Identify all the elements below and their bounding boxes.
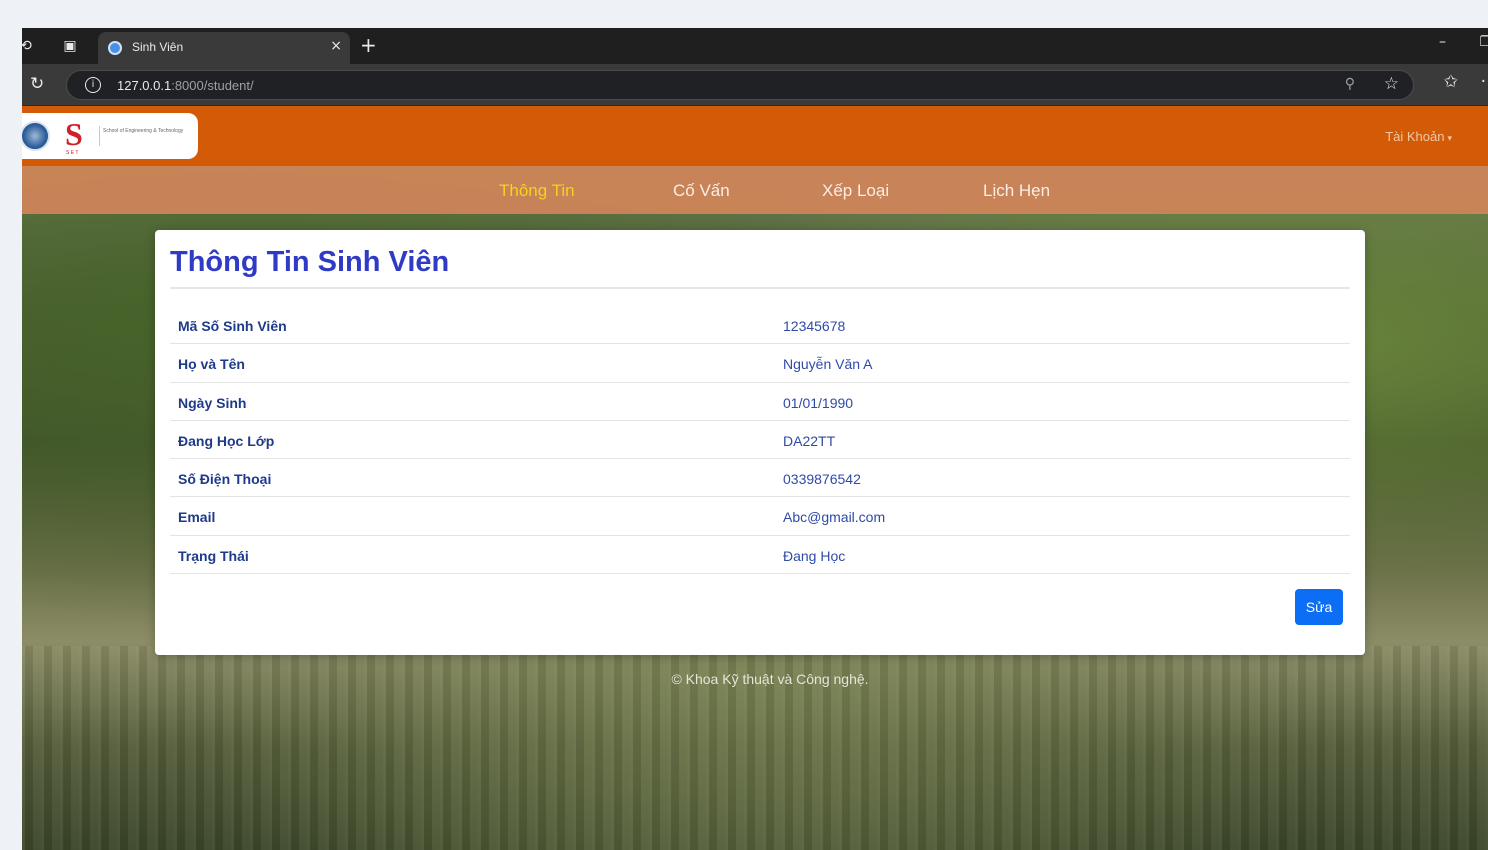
main-nav: Thông Tin Cố Vấn Xếp Loại Lịch Hẹn <box>22 166 1488 214</box>
logo-text: School of Engineering & Technology <box>103 128 184 134</box>
url-path: :8000/student/ <box>171 78 254 93</box>
row-value: 12345678 <box>783 318 846 334</box>
new-tab-icon[interactable]: + <box>360 33 377 57</box>
set-logo-icon: S <box>65 116 83 152</box>
menu-icon[interactable]: · <box>1481 72 1486 92</box>
url-text[interactable]: 127.0.0.1:8000/student/ <box>117 78 254 93</box>
favicon-icon <box>108 41 122 55</box>
browser-window: ⟲ ▣ Sinh Viên × + – ❐ ↻ i 127.0.0.1:8000… <box>22 28 1488 850</box>
favorites-icon[interactable]: ✩ <box>1444 72 1458 92</box>
row-value: Đang Học <box>783 547 846 564</box>
edit-button[interactable]: Sửa <box>1295 589 1343 625</box>
table-row: Ngày Sinh 01/01/1990 <box>170 383 1350 421</box>
account-label: Tài Khoản <box>1385 129 1445 144</box>
address-bar[interactable]: i 127.0.0.1:8000/student/ ⚲ ☆ <box>66 70 1414 100</box>
table-row: Đang Học Lớp DA22TT <box>170 421 1350 460</box>
tab-title: Sinh Viên <box>132 40 184 54</box>
row-value: Nguyễn Văn A <box>783 356 873 373</box>
row-label: Email <box>178 509 216 526</box>
site-info-icon[interactable]: i <box>85 77 101 93</box>
account-dropdown[interactable]: Tài Khoản ▾ <box>1385 129 1452 144</box>
row-label: Họ và Tên <box>178 356 245 373</box>
table-row: Mã Số Sinh Viên 12345678 <box>170 306 1350 345</box>
row-label: Số Điện Thoại <box>178 471 272 488</box>
tab-strip: ⟲ ▣ Sinh Viên × + – ❐ <box>22 28 1488 64</box>
table-row: Số Điện Thoại 0339876542 <box>170 459 1350 498</box>
row-value: DA22TT <box>783 432 836 449</box>
site-header: S S E T School of Engineering & Technolo… <box>22 106 1488 166</box>
tab-close-icon[interactable]: × <box>330 38 342 54</box>
tab-actions-icon[interactable]: ▣ <box>60 36 80 56</box>
restore-icon[interactable]: ❐ <box>1479 34 1488 50</box>
student-info-table: Mã Số Sinh Viên 12345678 Họ và Tên Nguyễ… <box>170 306 1350 575</box>
nav-lich-hen[interactable]: Lịch Hẹn <box>983 181 1050 201</box>
reload-icon[interactable]: ↻ <box>30 74 44 94</box>
zoom-icon[interactable]: ⚲ <box>1345 76 1355 92</box>
nav-xep-loai[interactable]: Xếp Loại <box>822 181 889 201</box>
university-seal-icon <box>22 121 50 151</box>
nav-thong-tin[interactable]: Thông Tin <box>499 181 575 201</box>
row-label: Ngày Sinh <box>178 394 247 411</box>
table-row: Trạng Thái Đang Học <box>170 536 1350 575</box>
table-row: Họ và Tên Nguyễn Văn A <box>170 344 1350 383</box>
set-logo-sub: S E T <box>66 150 79 156</box>
student-info-card: Thông Tin Sinh Viên Mã Số Sinh Viên 1234… <box>155 230 1365 655</box>
row-label: Mã Số Sinh Viên <box>178 318 287 334</box>
site-logo[interactable]: S S E T School of Engineering & Technolo… <box>22 113 198 159</box>
minimize-icon[interactable]: – <box>1439 34 1446 50</box>
nav-co-van[interactable]: Cố Vấn <box>673 181 730 201</box>
row-value: 01/01/1990 <box>783 394 854 411</box>
browser-tab[interactable]: Sinh Viên × <box>98 32 350 64</box>
caret-down-icon: ▾ <box>1447 134 1452 144</box>
row-label: Trạng Thái <box>178 547 249 564</box>
browser-toolbar: ↻ i 127.0.0.1:8000/student/ ⚲ ☆ ✩ · <box>22 64 1488 106</box>
table-row: Email Abc@gmail.com <box>170 497 1350 536</box>
page-viewport: S S E T School of Engineering & Technolo… <box>22 106 1488 850</box>
url-host: 127.0.0.1 <box>117 78 172 93</box>
page-footer: © Khoa Kỹ thuật và Công nghệ. <box>671 671 869 687</box>
page-title: Thông Tin Sinh Viên <box>170 246 450 278</box>
title-divider <box>170 287 1350 289</box>
row-label: Đang Học Lớp <box>178 432 275 449</box>
logo-divider <box>99 126 100 146</box>
row-value: 0339876542 <box>783 471 861 488</box>
row-value: Abc@gmail.com <box>783 509 886 526</box>
bookmark-star-icon[interactable]: ☆ <box>1384 74 1399 94</box>
workspaces-icon[interactable]: ⟲ <box>22 36 36 56</box>
